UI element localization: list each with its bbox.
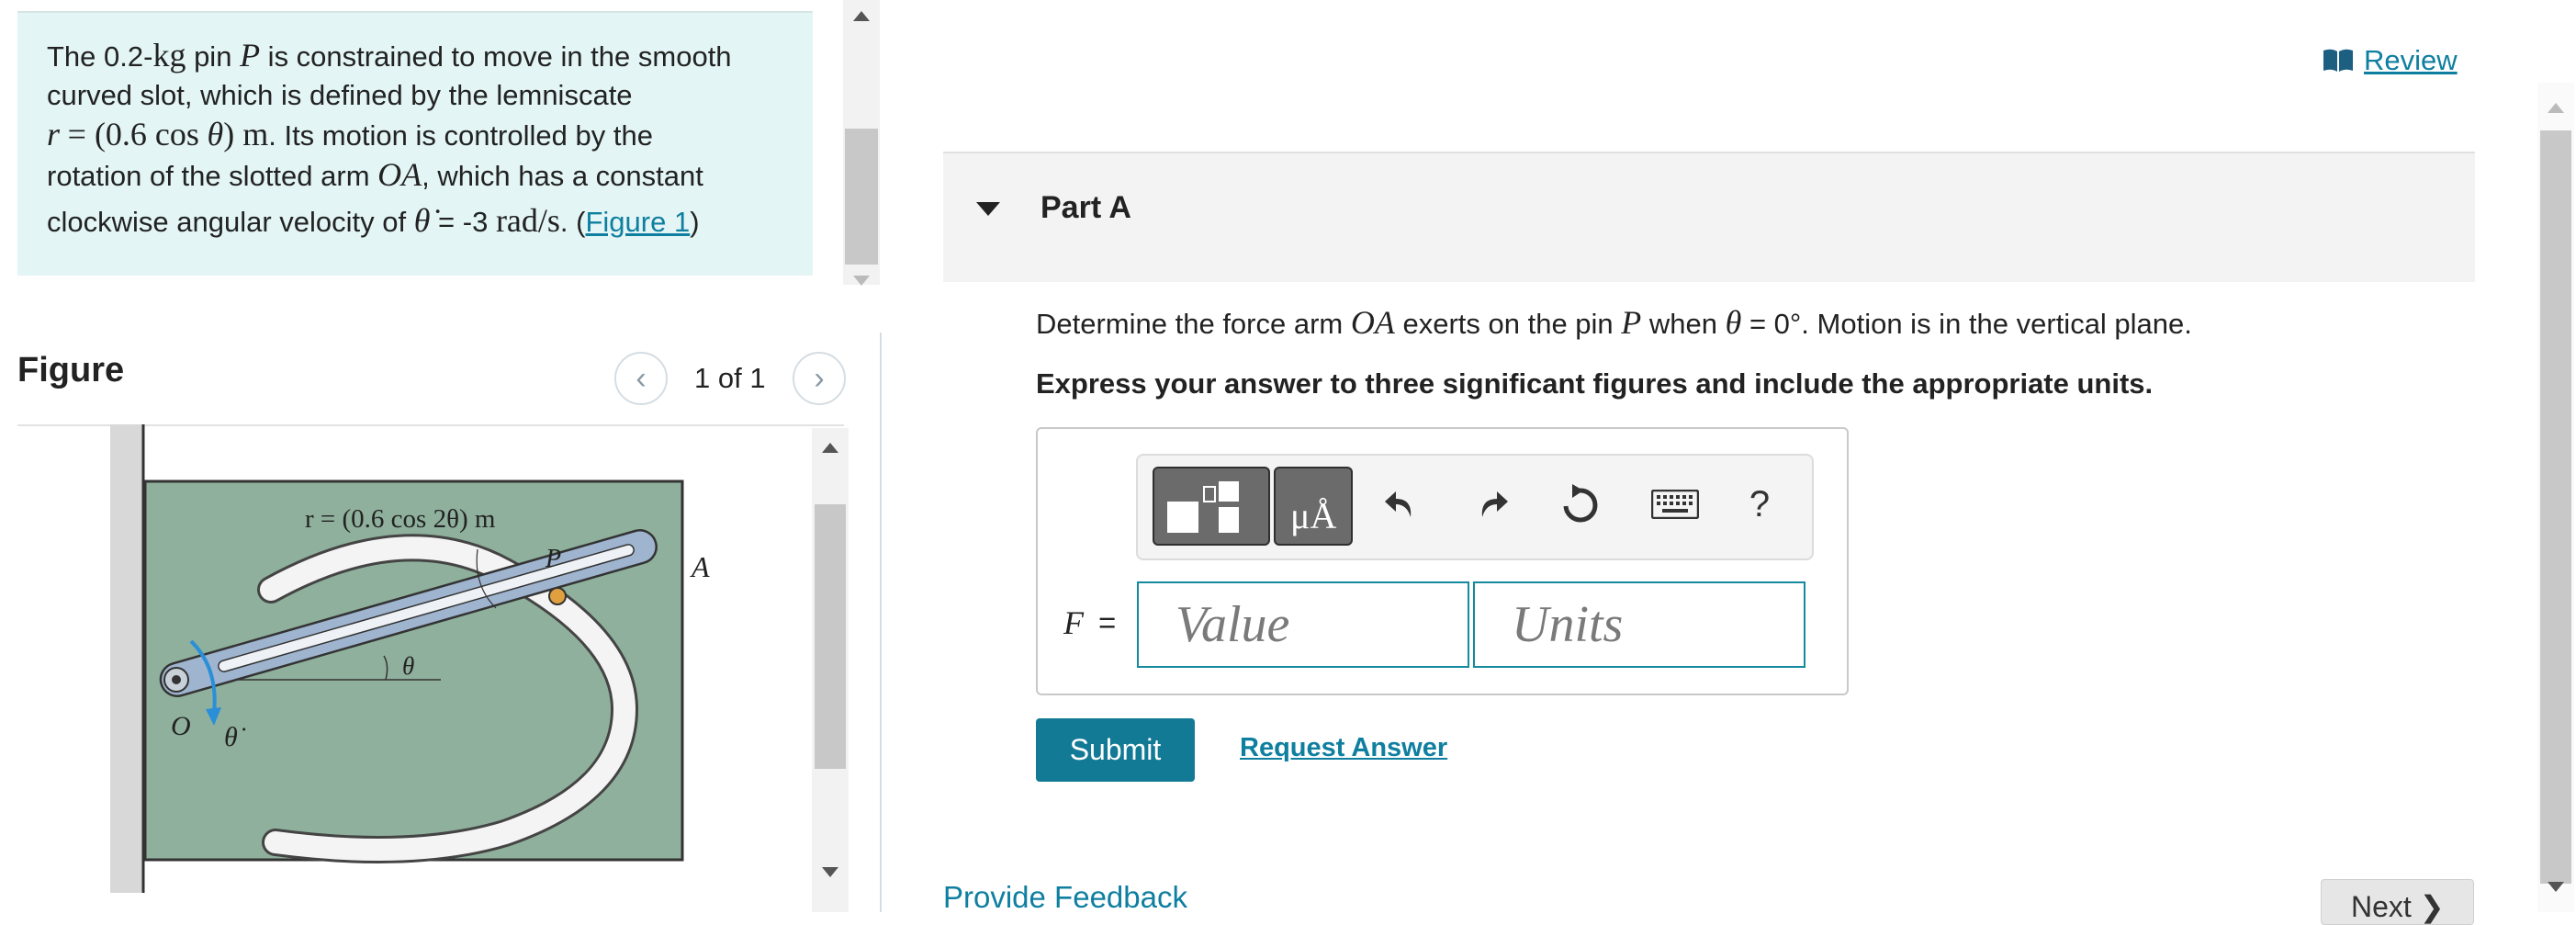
label-o: O xyxy=(171,711,191,741)
help-button[interactable]: ? xyxy=(1737,481,1783,527)
undo-icon xyxy=(1385,491,1412,517)
collapse-caret-icon[interactable] xyxy=(976,202,1000,216)
answer-variable: F xyxy=(1063,604,1084,641)
question-text: Determine the force arm OA exerts on the… xyxy=(1036,304,2192,341)
pane-divider xyxy=(880,333,882,912)
redo-icon xyxy=(1481,491,1508,517)
figure-next-button[interactable]: › xyxy=(793,352,846,405)
problem-line-4: rotation of the slotted arm OA, which ha… xyxy=(47,156,703,193)
scrollbar-thumb[interactable] xyxy=(845,129,878,265)
templates-button[interactable] xyxy=(1153,467,1270,546)
chevron-right-icon: › xyxy=(814,360,825,396)
units-icon: μÅ xyxy=(1290,495,1337,536)
scroll-down-arrow-icon[interactable] xyxy=(2548,882,2564,892)
math-toolbar: μÅ ? xyxy=(1136,454,1814,560)
undo-button[interactable] xyxy=(1378,481,1424,527)
reset-button[interactable] xyxy=(1557,481,1603,527)
problem-statement: The 0.2-kg pin P is constrained to move … xyxy=(17,11,813,276)
page-scrollbar[interactable] xyxy=(2537,83,2574,912)
problem-line-5: clockwise angular velocity of θ̇ = -3 ra… xyxy=(47,202,700,239)
scrollbar-thumb[interactable] xyxy=(2540,130,2571,884)
units-input[interactable] xyxy=(1473,581,1805,668)
review-link[interactable]: Review xyxy=(2322,44,2458,77)
answer-box: μÅ ? F = xyxy=(1036,427,1849,695)
figure-scrollbar[interactable] xyxy=(812,428,849,912)
scroll-up-arrow-icon[interactable] xyxy=(822,443,838,453)
scroll-down-arrow-icon[interactable] xyxy=(822,867,838,877)
problem-line-3: r = (0.6 cos θ) m. Its motion is control… xyxy=(47,116,653,152)
provide-feedback-link[interactable]: Provide Feedback xyxy=(943,880,1187,915)
figure-prev-button[interactable]: ‹ xyxy=(614,352,668,405)
figure-diagram: r = (0.6 cos 2θ) m P A θ O θ̇ xyxy=(110,424,710,893)
templates-icon xyxy=(1167,481,1239,533)
answer-equals: = xyxy=(1098,605,1117,639)
figure-pager: 1 of 1 xyxy=(694,362,766,394)
next-button[interactable]: Next ❯ xyxy=(2321,879,2474,925)
problem-line-1: The 0.2-kg pin P is constrained to move … xyxy=(47,37,732,73)
keyboard-icon xyxy=(1651,490,1699,519)
redo-button[interactable] xyxy=(1468,481,1514,527)
part-a-title: Part A xyxy=(1041,190,1131,225)
equation-label: r = (0.6 cos 2θ) m xyxy=(305,504,496,534)
scroll-up-arrow-icon[interactable] xyxy=(2548,103,2564,113)
book-icon xyxy=(2323,49,2353,72)
submit-button[interactable]: Submit xyxy=(1036,718,1195,782)
problem-line-2: curved slot, which is defined by the lem… xyxy=(47,79,633,111)
problem-scrollbar[interactable] xyxy=(843,0,880,286)
pin-p xyxy=(548,587,567,605)
label-theta: θ xyxy=(402,652,414,680)
figure-link[interactable]: Figure 1 xyxy=(585,206,690,238)
request-answer-link[interactable]: Request Answer xyxy=(1240,733,1447,763)
figure-title: Figure xyxy=(17,351,125,389)
value-input[interactable] xyxy=(1137,581,1469,668)
label-p: P xyxy=(545,545,561,573)
wall xyxy=(110,424,143,893)
reset-icon xyxy=(1563,484,1598,523)
instruction-text: Express your answer to three significant… xyxy=(1036,367,2154,400)
scrollbar-thumb[interactable] xyxy=(815,504,846,769)
scroll-down-arrow-icon[interactable] xyxy=(853,276,870,286)
part-a-header[interactable]: Part A xyxy=(943,152,2475,282)
help-icon: ? xyxy=(1749,483,1771,525)
scroll-up-arrow-icon[interactable] xyxy=(853,11,870,21)
keyboard-button[interactable] xyxy=(1648,481,1703,527)
review-label: Review xyxy=(2364,44,2458,76)
units-button[interactable]: μÅ xyxy=(1274,467,1353,546)
label-a: A xyxy=(690,550,710,583)
chevron-left-icon: ‹ xyxy=(636,360,647,396)
